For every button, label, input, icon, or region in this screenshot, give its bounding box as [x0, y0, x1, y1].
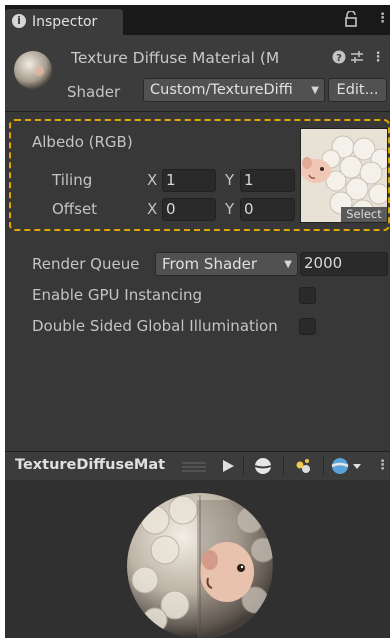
shader-dropdown[interactable]: Custom/TextureDiffi ▼ — [143, 78, 325, 102]
offset-label: Offset — [52, 200, 98, 218]
dropdown-arrow-icon: ▼ — [311, 85, 319, 96]
play-icon[interactable] — [219, 454, 237, 478]
svg-text:?: ? — [336, 53, 342, 64]
toolbar-separator — [323, 456, 324, 476]
gpu-instancing-label: Enable GPU Instancing — [32, 286, 203, 304]
dropdown-arrow-icon: ▼ — [284, 259, 292, 270]
offset-x-label: X — [147, 200, 158, 218]
offset-y-field[interactable]: 0 — [240, 198, 295, 221]
lighting-icon[interactable] — [291, 454, 315, 478]
more-options-icon[interactable]: ⋮ — [371, 50, 385, 66]
offset-x-field[interactable]: 0 — [162, 198, 216, 221]
double-sided-gi-checkbox[interactable] — [299, 318, 316, 335]
preview-title: TextureDiffuseMat — [15, 457, 166, 473]
lock-icon[interactable] — [344, 11, 358, 27]
more-options-icon[interactable]: ⋮ — [376, 10, 389, 28]
double-sided-gi-label: Double Sided Global Illumination — [32, 317, 278, 335]
render-queue-dropdown[interactable]: From Shader ▼ — [155, 252, 298, 276]
tab-inspector[interactable]: i Inspector — [5, 9, 123, 35]
material-thumbnail — [14, 51, 52, 89]
preview-sky-dropdown-icon[interactable] — [329, 454, 365, 478]
tiling-label: Tiling — [52, 171, 93, 189]
inspector-window: i Inspector ⋮ Texture Diffuse Material (… — [5, 5, 390, 638]
material-title: Texture Diffuse Material (M — [71, 49, 280, 67]
toolbar-separator — [243, 456, 244, 476]
albedo-texture-slot[interactable]: Select — [300, 128, 388, 223]
info-icon: i — [12, 14, 26, 28]
preview-sphere — [127, 493, 273, 638]
tab-bar: i Inspector ⋮ — [5, 5, 390, 35]
presets-icon[interactable] — [350, 50, 364, 66]
render-queue-value-field[interactable]: 2000 — [300, 252, 388, 276]
toolbar-separator — [283, 456, 284, 476]
tab-label: Inspector — [32, 14, 98, 30]
preview-more-options-icon[interactable]: ⋮ — [376, 457, 389, 475]
offset-y-label: Y — [225, 200, 235, 218]
help-icon[interactable]: ? — [332, 50, 346, 66]
albedo-label: Albedo (RGB) — [32, 133, 133, 151]
render-queue-mode: From Shader — [162, 255, 258, 273]
tiling-x-field[interactable]: 1 — [162, 169, 216, 192]
edit-shader-button[interactable]: Edit... — [328, 78, 387, 102]
shader-label: Shader — [67, 83, 121, 101]
shader-value: Custom/TextureDiffi — [150, 82, 293, 98]
drag-handle-icon[interactable] — [179, 454, 209, 478]
select-texture-button[interactable]: Select — [341, 207, 387, 222]
material-header: Texture Diffuse Material (M ? ⋮ Shader C… — [5, 35, 390, 112]
tiling-x-label: X — [147, 171, 158, 189]
material-preview[interactable] — [5, 480, 390, 638]
render-queue-label: Render Queue — [32, 255, 140, 273]
preview-toolbar: TextureDiffuseMat ⋮ — [5, 451, 390, 481]
tiling-y-label: Y — [225, 171, 235, 189]
tiling-y-field[interactable]: 1 — [240, 169, 295, 192]
gpu-instancing-checkbox[interactable] — [299, 287, 316, 304]
sphere-shape-icon[interactable] — [251, 454, 275, 478]
